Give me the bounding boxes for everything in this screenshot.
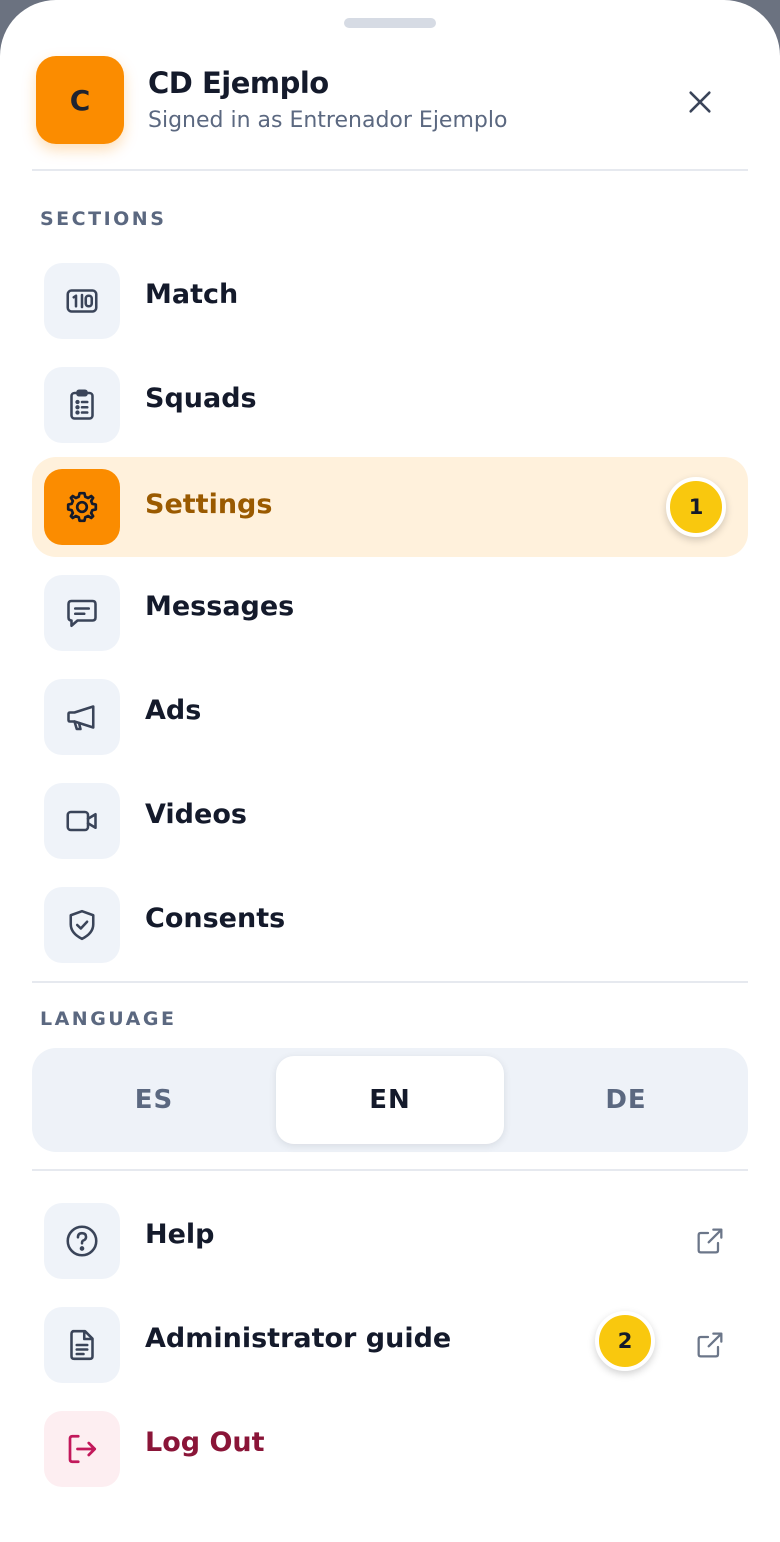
- document-icon: [70, 1329, 94, 1361]
- nav-item-settings[interactable]: Settings 1: [32, 457, 748, 557]
- gear-icon: [66, 491, 98, 523]
- club-name: CD Ejemplo: [148, 66, 329, 100]
- close-button[interactable]: [680, 82, 720, 122]
- nav-item-label: Consents: [145, 903, 286, 934]
- external-link-icon: [697, 1228, 723, 1254]
- nav-item-consents[interactable]: Consents: [32, 877, 748, 973]
- divider: [32, 981, 748, 983]
- video-camera-icon: [66, 810, 97, 832]
- help-link[interactable]: Help: [32, 1193, 748, 1289]
- menu-sheet: C CD Ejemplo Signed in as Entrenador Eje…: [0, 0, 780, 1542]
- club-avatar: C: [36, 56, 124, 144]
- administrator-guide-link[interactable]: Administrator guide 2: [32, 1297, 748, 1393]
- nav-item-videos[interactable]: Videos: [32, 773, 748, 869]
- nav-item-label: Log Out: [145, 1427, 265, 1458]
- nav-item-label: Administrator guide: [145, 1323, 452, 1354]
- nav-item-label: Ads: [145, 695, 202, 726]
- help-circle-icon: [66, 1225, 98, 1257]
- menu-header: C CD Ejemplo Signed in as Entrenador Eje…: [32, 56, 748, 148]
- divider: [32, 1169, 748, 1171]
- nav-item-ads[interactable]: Ads: [32, 669, 748, 765]
- language-heading: LANGUAGE: [40, 1008, 177, 1030]
- nav-item-label: Match: [145, 279, 239, 310]
- signed-in-text: Signed in as Entrenador Ejemplo: [148, 108, 508, 133]
- nav-item-messages[interactable]: Messages: [32, 565, 748, 661]
- drag-handle[interactable]: [344, 18, 436, 28]
- scoreboard-icon: [66, 289, 98, 313]
- nav-item-label: Messages: [145, 591, 295, 622]
- nav-item-match[interactable]: Match: [32, 253, 748, 349]
- shield-check-icon: [69, 909, 95, 941]
- divider: [32, 169, 748, 171]
- external-link-icon: [697, 1332, 723, 1358]
- megaphone-icon: [67, 705, 95, 731]
- nav-item-label: Squads: [145, 383, 257, 414]
- step-badge: 2: [595, 1311, 655, 1371]
- language-option-es[interactable]: ES: [40, 1056, 268, 1144]
- language-toggle: ES EN DE: [32, 1048, 748, 1152]
- step-badge: 1: [666, 477, 726, 537]
- sections-heading: SECTIONS: [40, 208, 167, 230]
- close-icon: [689, 91, 711, 113]
- nav-item-label: Help: [145, 1219, 215, 1250]
- language-option-de[interactable]: DE: [512, 1056, 740, 1144]
- language-option-en[interactable]: EN: [276, 1056, 504, 1144]
- logout-button[interactable]: Log Out: [32, 1401, 748, 1497]
- logout-icon: [68, 1434, 97, 1464]
- nav-item-label: Settings: [145, 489, 273, 520]
- clipboard-list-icon: [70, 389, 94, 420]
- nav-item-label: Videos: [145, 799, 247, 830]
- nav-item-squads[interactable]: Squads: [32, 357, 748, 453]
- message-icon: [67, 599, 97, 628]
